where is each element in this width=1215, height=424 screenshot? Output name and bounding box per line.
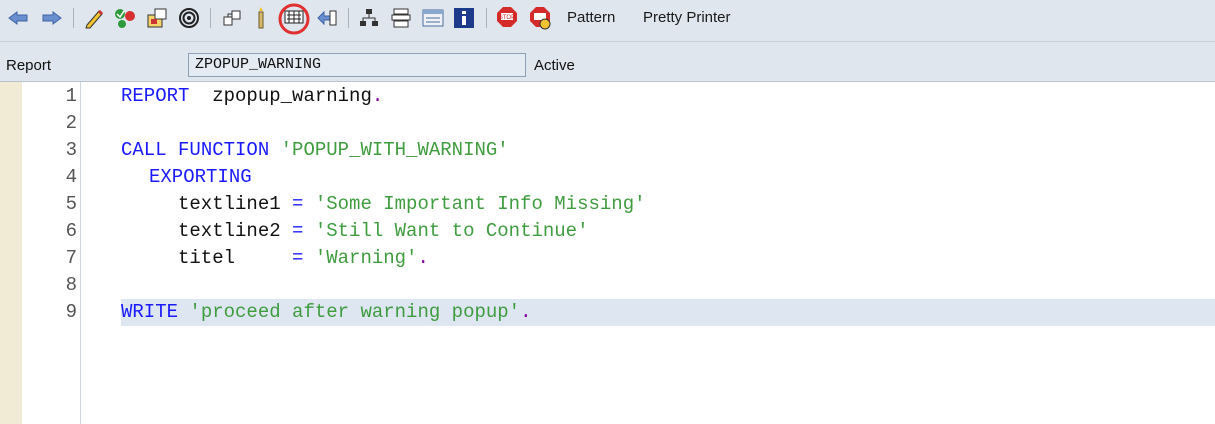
line-number: 8 xyxy=(65,274,77,296)
keyword: WRITE xyxy=(121,301,179,323)
line-number: 4 xyxy=(65,166,77,188)
insert-statement-icon[interactable] xyxy=(278,2,310,36)
parameter-name: titel xyxy=(178,247,236,269)
line-number: 6 xyxy=(65,220,77,242)
punctuation: . xyxy=(371,85,384,107)
line-number: 3 xyxy=(65,139,77,161)
application-toolbar: STOP Pattern Pretty Printer xyxy=(0,0,1215,42)
keyword: CALL FUNCTION xyxy=(121,139,270,161)
operator: = xyxy=(292,193,304,215)
object-list-icon[interactable] xyxy=(220,4,244,32)
info-icon[interactable] xyxy=(452,4,476,32)
screen-icon[interactable] xyxy=(421,4,445,32)
parameter-name: textline1 xyxy=(178,193,281,215)
line-number-column: 1 2 3 4 5 6 7 8 9 xyxy=(22,82,81,424)
activate-icon[interactable] xyxy=(145,4,169,32)
forward-arrow-icon[interactable] xyxy=(40,4,64,32)
string-literal: 'POPUP_WITH_WARNING' xyxy=(280,139,509,161)
pattern-button[interactable]: Pattern xyxy=(567,9,615,26)
code-line-1[interactable]: REPORT zpopup_warning. xyxy=(121,83,383,110)
operator: = xyxy=(292,247,304,269)
code-line-4[interactable]: EXPORTING xyxy=(149,164,252,191)
test-spiral-icon[interactable] xyxy=(177,4,201,32)
display-object-list-icon[interactable] xyxy=(389,4,413,32)
string-literal: 'Warning' xyxy=(314,247,418,269)
code-line-9[interactable]: WRITE 'proceed after warning popup'. xyxy=(121,299,531,326)
back-arrow-icon[interactable] xyxy=(6,4,30,32)
code-line-7[interactable]: titel = 'Warning'. xyxy=(178,245,429,272)
status-label: Active xyxy=(534,57,575,74)
code-line-3[interactable]: CALL FUNCTION 'POPUP_WITH_WARNING' xyxy=(121,137,509,164)
line-number: 5 xyxy=(65,193,77,215)
keyword: EXPORTING xyxy=(149,166,252,188)
string-literal: 'proceed after warning popup' xyxy=(189,301,521,323)
punctuation: . xyxy=(520,301,532,323)
punctuation: . xyxy=(417,247,429,269)
keyword: REPORT xyxy=(121,85,190,107)
line-number: 1 xyxy=(65,85,77,107)
line-number: 2 xyxy=(65,112,77,134)
report-label: Report xyxy=(6,57,52,74)
line-number: 7 xyxy=(65,247,77,269)
abap-editor[interactable]: 1 2 3 4 5 6 7 8 9 REPORT zpopup_warning.… xyxy=(0,82,1215,424)
pretty-printer-button[interactable]: Pretty Printer xyxy=(643,9,731,26)
report-name-field[interactable]: ZPOPUP_WARNING xyxy=(188,53,526,77)
hierarchy-icon[interactable] xyxy=(357,4,381,32)
svg-text:STOP: STOP xyxy=(499,15,515,21)
string-literal: 'Still Want to Continue' xyxy=(314,220,589,242)
where-used-icon[interactable] xyxy=(252,4,270,32)
edit-pencil-icon[interactable] xyxy=(82,4,106,32)
identifier: zpopup_warning xyxy=(189,85,372,107)
code-line-6[interactable]: textline2 = 'Still Want to Continue' xyxy=(178,218,589,245)
code-line-5[interactable]: textline1 = 'Some Important Info Missing… xyxy=(178,191,646,218)
check-icon[interactable] xyxy=(112,4,138,32)
breakpoint-gutter[interactable] xyxy=(0,82,23,424)
parameter-name: textline2 xyxy=(178,220,281,242)
string-literal: 'Some Important Info Missing' xyxy=(314,193,646,215)
navigate-icon[interactable] xyxy=(314,4,340,32)
external-breakpoint-icon[interactable] xyxy=(527,4,553,32)
line-number: 9 xyxy=(65,301,77,323)
breakpoint-stop-icon[interactable]: STOP xyxy=(494,4,520,32)
program-header: Report ZPOPUP_WARNING Active xyxy=(0,42,1215,82)
operator: = xyxy=(292,220,304,242)
